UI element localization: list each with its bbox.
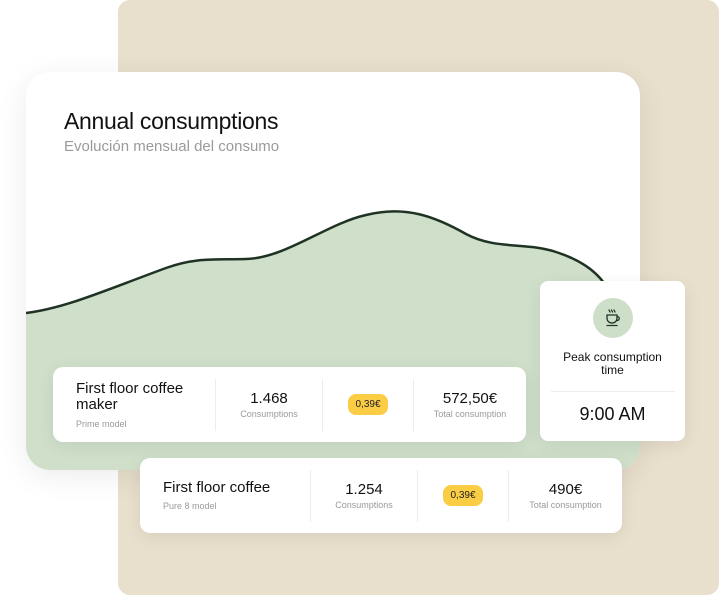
consumptions-value: 1.468 — [250, 390, 288, 407]
coffee-cup-icon — [592, 298, 633, 338]
peak-time: 9:00 AM — [579, 404, 646, 424]
device-name: First floor coffee — [163, 479, 271, 496]
device-name-block: First floor coffee Pure 8 model — [140, 479, 310, 512]
device-name: First floor coffee maker — [76, 379, 184, 413]
divider — [550, 391, 675, 392]
price-badge: 0,39€ — [443, 485, 483, 506]
total-value: 490€ — [548, 481, 583, 498]
consumptions-stat: 1.468 Consumptions — [216, 390, 322, 419]
consumptions-label: Consumptions — [335, 500, 393, 510]
consumptions-label: Consumptions — [240, 409, 298, 419]
device-card[interactable]: First floor coffee Pure 8 model 1.254 Co… — [140, 458, 622, 533]
consumptions-value: 1.254 — [345, 481, 383, 498]
device-card[interactable]: First floor coffee maker Prime model 1.4… — [53, 367, 526, 442]
peak-label: Peak consumption time — [563, 350, 662, 377]
device-name-block: First floor coffee maker Prime model — [53, 379, 215, 429]
device-model: Pure 8 model — [163, 501, 217, 511]
price-badge: 0,39€ — [348, 394, 388, 415]
device-model: Prime model — [76, 418, 127, 429]
price-cell: 0,39€ — [418, 485, 508, 506]
total-label: Total consumption — [529, 500, 602, 510]
page-title: Annual consumptions — [64, 108, 279, 134]
page-subtitle: Evolución mensual del consumo — [64, 138, 280, 155]
price-cell: 0,39€ — [323, 394, 413, 415]
consumptions-stat: 1.254 Consumptions — [311, 481, 417, 510]
peak-consumption-card: Peak consumption time 9:00 AM — [540, 281, 685, 441]
total-stat: 572,50€ Total consumption — [414, 390, 526, 419]
total-label: Total consumption — [433, 409, 507, 419]
total-stat: 490€ Total consumption — [509, 481, 622, 510]
total-value: 572,50€ — [442, 390, 498, 407]
